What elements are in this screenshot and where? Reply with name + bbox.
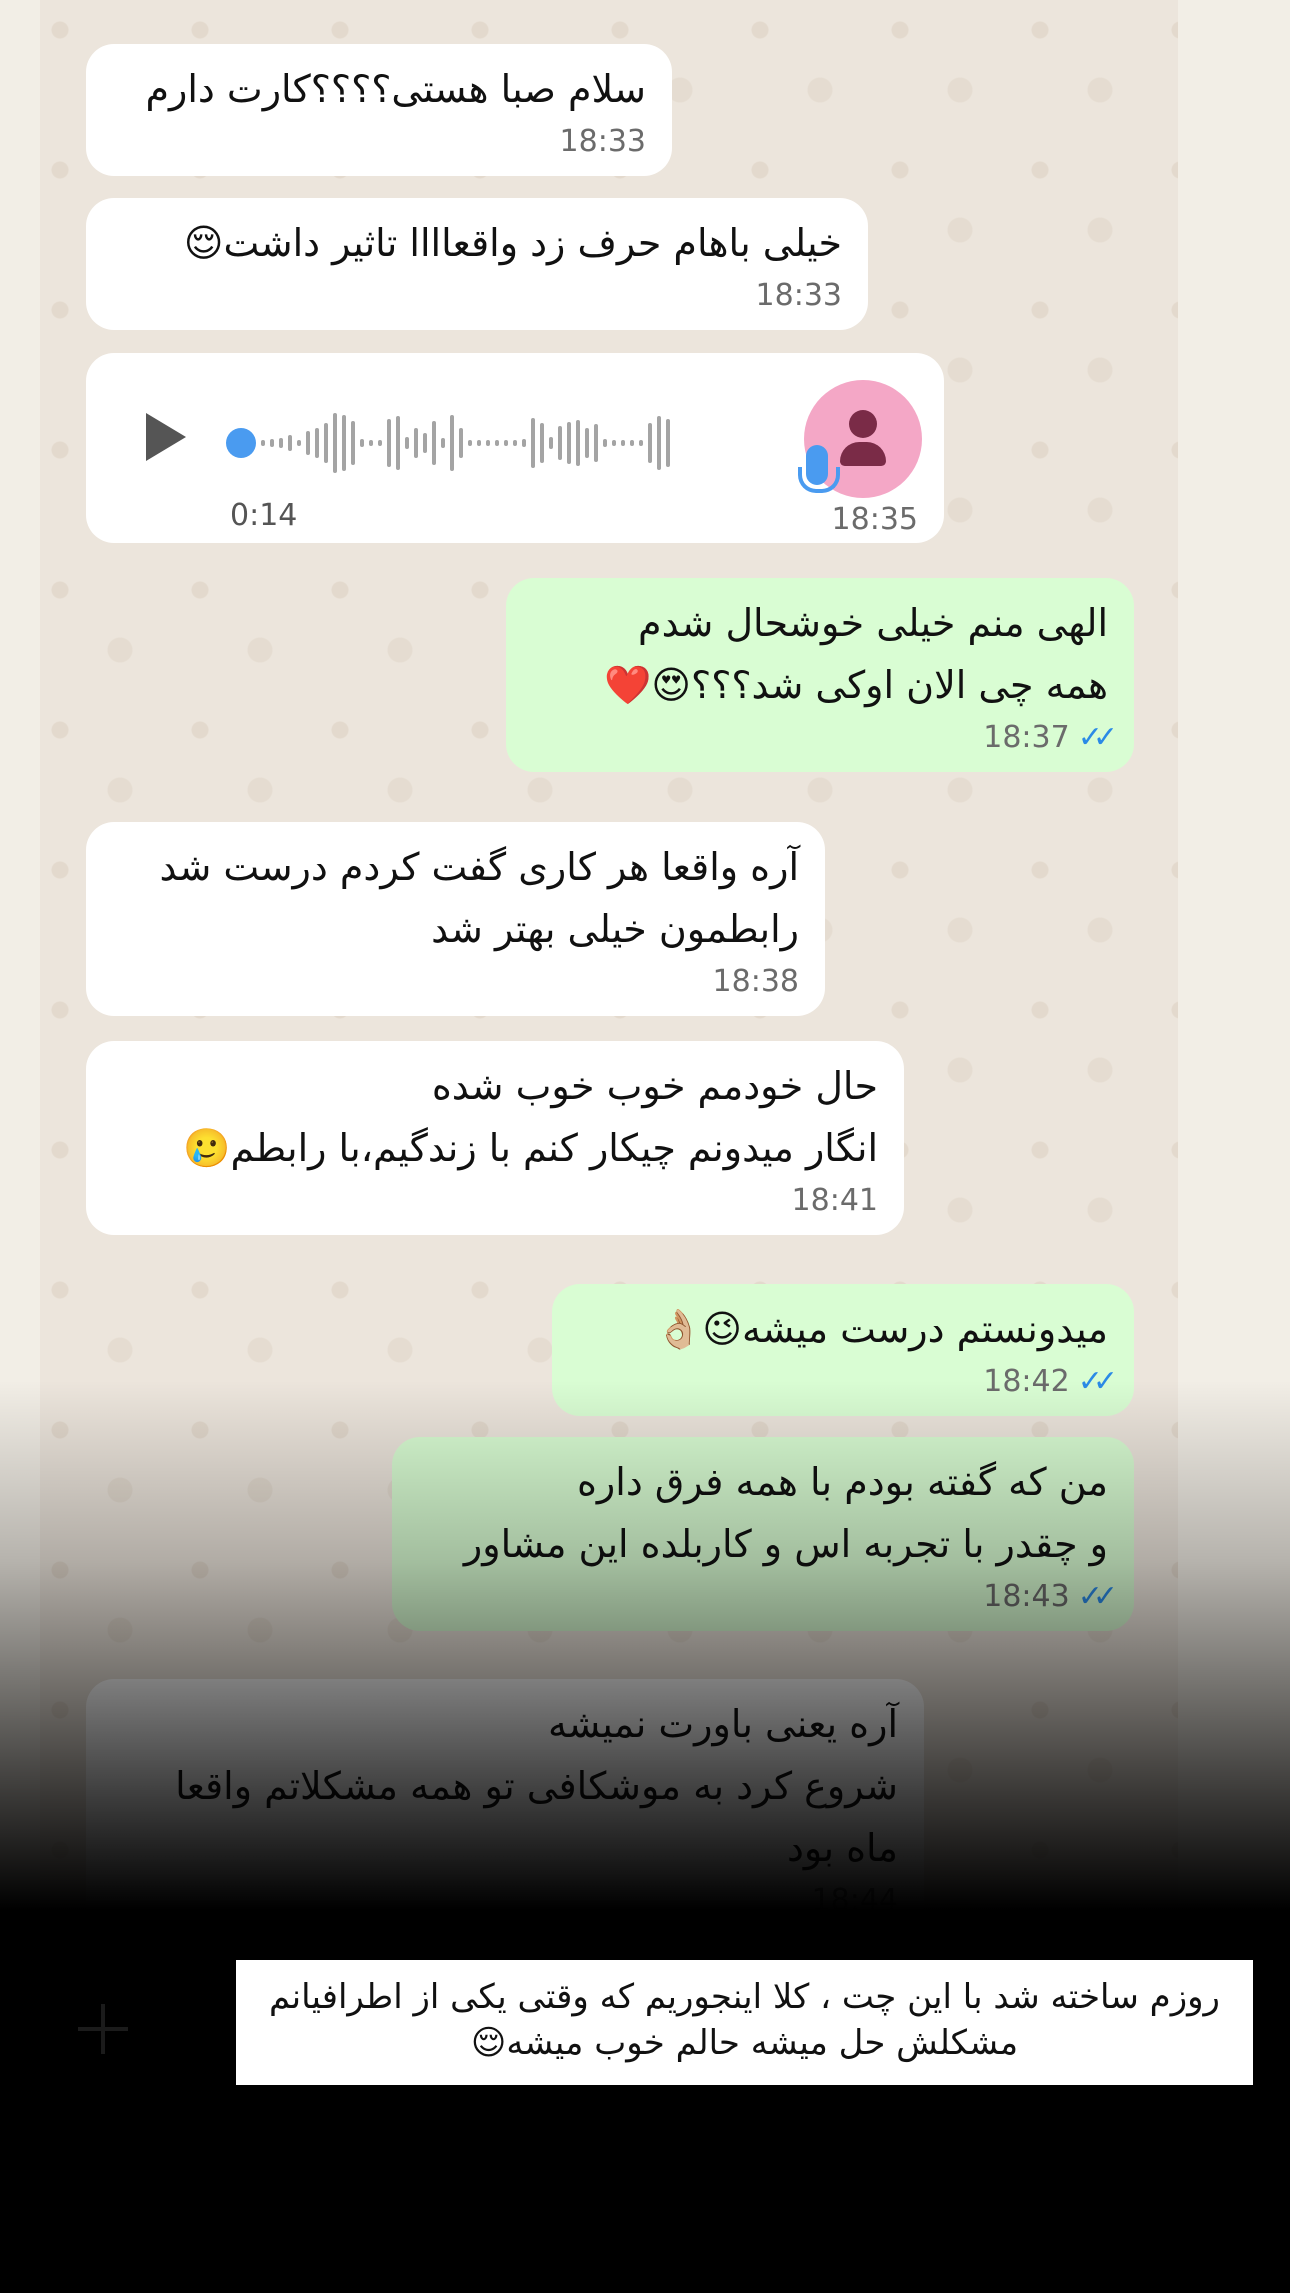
waveform-bar (513, 440, 517, 446)
message-incoming-4[interactable]: حال خودمم خوب خوب شده انگار میدونم چیکار… (86, 1041, 904, 1235)
message-time: 18:33 (559, 124, 646, 159)
waveform-bar (441, 438, 445, 448)
waveform-bar (558, 426, 562, 460)
voice-waveform[interactable] (226, 403, 826, 483)
waveform-bar (495, 440, 499, 446)
message-time: 18:37 (983, 720, 1070, 755)
waveform-bar (369, 440, 373, 446)
waveform-bar (459, 428, 463, 458)
waveform-bar (486, 440, 490, 446)
play-icon[interactable] (146, 413, 186, 461)
message-text: میدونستم درست میشه😉👌🏼 (655, 1307, 1108, 1351)
waveform-bar (612, 440, 616, 446)
waveform-bar (522, 439, 526, 447)
waveform-bar (405, 437, 409, 449)
playback-position-dot[interactable] (226, 428, 256, 458)
waveform-bar (504, 440, 508, 446)
waveform-bar (477, 440, 481, 446)
waveform-bar (450, 415, 454, 471)
plus-icon[interactable] (78, 2004, 128, 2054)
message-outgoing-2[interactable]: میدونستم درست میشه😉👌🏼 18:42 ✓✓ (552, 1284, 1134, 1416)
message-incoming-1[interactable]: سلام صبا هستی؟؟؟؟کارت دارم 18:33 (86, 44, 672, 176)
read-ticks-icon: ✓✓ (1077, 1364, 1118, 1399)
message-incoming-2[interactable]: خیلی باهام حرف زد واقعاااا تاثیر داشت😌 1… (86, 198, 868, 330)
waveform-bar (270, 439, 274, 447)
waveform-bar (288, 435, 292, 451)
message-text: الهی منم خیلی خوشحال شدم همه چی الان اوک… (604, 601, 1108, 707)
message-text: من که گفته بودم با همه فرق داره و چقدر ب… (463, 1460, 1108, 1566)
message-meta: 18:43 ✓✓ (418, 1577, 1118, 1617)
waveform-bar (378, 440, 382, 446)
message-time: 18:43 (983, 1579, 1070, 1614)
caption-text: روزم ساخته شد با این چت ، کلا اینجوریم ک… (236, 1960, 1253, 2085)
waveform-bar (387, 419, 391, 467)
waveform-bar (603, 439, 607, 447)
read-ticks-icon: ✓✓ (1077, 720, 1118, 755)
message-incoming-5[interactable]: آره یعنی باورت نمیشه شروع کرد به موشکافی… (86, 1679, 924, 1935)
message-outgoing-3[interactable]: من که گفته بودم با همه فرق داره و چقدر ب… (392, 1437, 1134, 1631)
message-text: آره یعنی باورت نمیشه شروع کرد به موشکافی… (175, 1702, 898, 1870)
waveform-bar (576, 420, 580, 466)
waveform-bar (657, 416, 661, 470)
waveform-bar (333, 413, 337, 473)
message-text: سلام صبا هستی؟؟؟؟کارت دارم (145, 67, 647, 111)
waveform-bar (396, 416, 400, 470)
message-time: 18:42 (983, 1364, 1070, 1399)
waveform-bar (666, 419, 670, 467)
message-meta: 18:42 ✓✓ (578, 1362, 1118, 1402)
waveform-bar (279, 438, 283, 448)
waveform-bar (540, 423, 544, 463)
message-time: 18:35 (831, 502, 918, 537)
waveform-bar (414, 428, 418, 458)
voice-message[interactable]: 0:14 18:35 (86, 353, 944, 543)
waveform-bar (423, 433, 427, 453)
waveform-bar (585, 428, 589, 458)
voice-duration: 0:14 (230, 498, 298, 533)
waveform-bar (621, 440, 625, 446)
waveform-bar (306, 431, 310, 455)
message-time: 18:38 (712, 964, 799, 999)
chat-screen: سلام صبا هستی؟؟؟؟کارت دارم 18:33 خیلی با… (0, 0, 1290, 2293)
waveform-bar (639, 440, 643, 446)
waveform-bar (324, 423, 328, 463)
waveform-bar (531, 418, 535, 468)
waveform-bar (630, 440, 634, 446)
waveform-bar (315, 428, 319, 458)
message-text: خیلی باهام حرف زد واقعاااا تاثیر داشت😌 (183, 221, 842, 265)
microphone-icon (798, 445, 840, 493)
message-meta: 18:37 ✓✓ (532, 718, 1118, 758)
waveform-bar (297, 440, 301, 446)
waveform-bar (261, 440, 265, 446)
waveform-bar (351, 421, 355, 465)
message-time: 18:41 (791, 1183, 878, 1218)
person-icon (849, 410, 877, 438)
waveform-bar (360, 439, 364, 447)
waveform-bar (594, 424, 598, 462)
message-text: آره واقعا هر کاری گفت کردم درست شد رابطم… (159, 845, 799, 951)
waveform-bar (342, 415, 346, 471)
waveform-bar (648, 423, 652, 463)
waveform-bar (432, 421, 436, 465)
waveform-bar (567, 422, 571, 464)
waveform-bar (468, 440, 472, 446)
message-text: حال خودمم خوب خوب شده انگار میدونم چیکار… (183, 1064, 878, 1170)
message-time: 18:33 (755, 278, 842, 313)
message-time: 18:44 (811, 1883, 898, 1918)
message-incoming-3[interactable]: آره واقعا هر کاری گفت کردم درست شد رابطم… (86, 822, 825, 1016)
message-outgoing-1[interactable]: الهی منم خیلی خوشحال شدم همه چی الان اوک… (506, 578, 1134, 772)
read-ticks-icon: ✓✓ (1077, 1579, 1118, 1614)
waveform-bar (549, 437, 553, 449)
